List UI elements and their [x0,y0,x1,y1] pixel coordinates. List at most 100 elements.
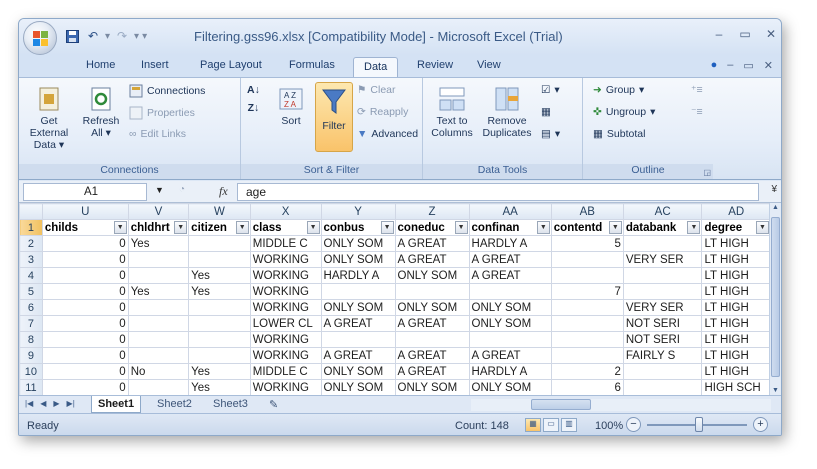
save-icon[interactable] [63,27,81,45]
cell[interactable] [188,347,251,364]
doc-restore-icon[interactable]: ▭ [743,59,753,72]
cell[interactable]: 0 [41,331,129,348]
filter-header-cell[interactable]: confinan ▼ [468,219,552,236]
cell[interactable]: 0 [41,251,129,268]
prev-sheet-icon[interactable]: ◀ [40,399,46,408]
row-header[interactable]: 4 [19,267,43,284]
filter-header-cell[interactable]: childs ▼ [41,219,129,236]
formula-cancel-icon[interactable]: ◔ [179,184,185,195]
column-header[interactable]: U [41,203,129,220]
office-button[interactable] [23,21,57,55]
cell[interactable] [320,331,396,348]
filter-header-cell[interactable]: citizen ▼ [188,219,251,236]
tab-insert[interactable]: Insert [141,59,169,71]
filter-dropdown-icon[interactable]: ▼ [113,221,127,234]
tab-review[interactable]: Review [417,59,453,71]
refresh-all-button[interactable]: Refresh All ▾ [79,86,123,139]
cell[interactable] [550,315,624,332]
cell[interactable]: Yes [188,363,251,380]
vertical-scroll-thumb[interactable] [771,217,780,377]
hide-detail-button[interactable]: ⁻≡ [691,106,703,118]
cell[interactable]: 7 [550,283,624,300]
remove-duplicates-button[interactable]: Remove Duplicates [479,86,535,139]
edit-links-button[interactable]: ∞ Edit Links [129,128,186,140]
scroll-down-icon[interactable]: ▼ [771,387,780,394]
first-sheet-icon[interactable]: |◀ [25,399,33,408]
column-header[interactable]: W [188,203,251,220]
horizontal-scroll-thumb[interactable] [531,399,591,410]
connections-button[interactable]: Connections [129,84,205,98]
worksheet-grid[interactable]: U V W X Y Z AA AB AC AD 1 childs ▼ chldhrt… [19,203,771,395]
zoom-out-icon[interactable]: − [626,417,641,432]
sheet-tab-sheet2[interactable]: Sheet2 [151,396,198,413]
cell[interactable]: WORKING [249,331,322,348]
show-detail-button[interactable]: ⁺≡ [691,84,703,96]
sort-a-to-z-icon[interactable]: A↓ [247,84,260,96]
cell[interactable]: MIDDLE C [249,363,322,380]
filter-header-cell[interactable]: coneduc ▼ [394,219,470,236]
cell[interactable]: 2 [550,363,624,380]
cell[interactable]: A GREAT [468,251,552,268]
cell[interactable]: ONLY SOM [320,363,396,380]
filter-header-cell[interactable]: class ▼ [249,219,322,236]
cell[interactable]: LT HIGH [701,347,771,364]
subtotal-button[interactable]: ▦ Subtotal [593,128,645,140]
sheet-tab-sheet3[interactable]: Sheet3 [207,396,254,413]
select-all-corner[interactable] [19,203,43,220]
cell[interactable]: Yes [188,267,251,284]
cell[interactable]: LT HIGH [701,283,771,300]
cell[interactable] [127,267,190,284]
cell[interactable] [188,315,251,332]
column-header[interactable]: V [127,203,190,220]
cell[interactable]: 0 [41,363,129,380]
filter-header-cell[interactable]: conbus ▼ [320,219,396,236]
filter-button[interactable]: Filter [315,82,353,152]
row-header[interactable]: 8 [19,331,43,348]
next-sheet-icon[interactable]: ▶ [53,399,59,408]
column-header[interactable]: AA [468,203,552,220]
cell[interactable]: 0 [41,299,129,316]
row-header[interactable]: 9 [19,347,43,364]
cell[interactable]: FAIRLY S [622,347,703,364]
column-header[interactable]: AB [550,203,624,220]
cell[interactable]: 0 [41,379,129,395]
cell[interactable]: NOT SERI [622,315,703,332]
cell[interactable] [622,379,703,395]
formula-input[interactable]: age [237,183,759,201]
data-validation-button[interactable]: ☑ ▾ [541,84,560,96]
cell[interactable]: 0 [41,347,129,364]
close-icon[interactable]: ✕ [765,27,777,41]
cell[interactable] [320,283,396,300]
cell[interactable]: WORKING [249,283,322,300]
cell[interactable]: WORKING [249,347,322,364]
row-header[interactable]: 2 [19,235,43,252]
zoom-slider-thumb[interactable] [695,417,703,432]
undo-dropdown-icon[interactable]: ▾ [105,31,110,42]
filter-dropdown-icon[interactable]: ▼ [687,221,701,234]
filter-header-cell[interactable]: contentd ▼ [550,219,624,236]
cell[interactable] [622,363,703,380]
cell[interactable]: Yes [188,283,251,300]
normal-view-icon[interactable]: ▦ [525,418,541,432]
cell[interactable] [188,251,251,268]
cell[interactable]: A GREAT [468,267,552,284]
clear-button[interactable]: ⚑ Clear [357,84,396,96]
cell[interactable] [468,283,552,300]
cell[interactable] [127,315,190,332]
tab-formulas[interactable]: Formulas [289,59,335,71]
doc-close-icon[interactable]: ✕ [764,59,773,72]
column-header[interactable]: Z [394,203,470,220]
row-header[interactable]: 7 [19,315,43,332]
cell[interactable]: ONLY SOM [320,379,396,395]
page-break-view-icon[interactable]: ▥ [561,418,577,432]
cell[interactable] [550,347,624,364]
sheet-tab-sheet1[interactable]: Sheet1 [91,396,142,413]
cell[interactable]: HARDLY A [468,363,552,380]
cell[interactable]: MIDDLE C [249,235,322,252]
cell[interactable] [188,299,251,316]
filter-dropdown-icon[interactable]: ▼ [756,221,769,234]
tab-view[interactable]: View [477,59,501,71]
cell[interactable]: ONLY SOM [468,315,552,332]
cell[interactable]: A GREAT [394,235,470,252]
cell[interactable]: LOWER CL [249,315,322,332]
